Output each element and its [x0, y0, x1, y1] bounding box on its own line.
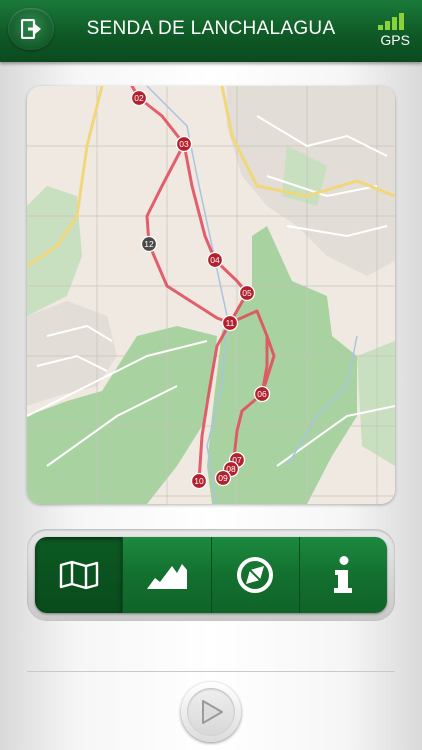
waypoint-label: 04 [210, 255, 220, 265]
signal-bars-icon [378, 12, 408, 30]
tab-info[interactable] [298, 537, 387, 613]
gps-indicator: GPS [376, 12, 410, 52]
page-title: SENDA DE LANCHALAGUA [86, 18, 336, 39]
waypoint-marker[interactable]: 03 [175, 135, 193, 153]
waypoint-label: 12 [144, 239, 154, 249]
compass-icon [237, 557, 274, 593]
waypoint-label: 03 [179, 139, 189, 149]
waypoint-label: 05 [242, 288, 252, 298]
waypoint-label: 02 [134, 93, 144, 103]
route-map[interactable]: 02 03 04 05 06 07 08 09 10 11 12 [27, 86, 395, 504]
waypoint-marker[interactable]: 10 [190, 472, 208, 490]
tab-compass[interactable] [210, 537, 299, 613]
waypoint-marker[interactable]: 09 [214, 469, 232, 487]
header-bar: SENDA DE LANCHALAGUA GPS [0, 0, 422, 62]
waypoint-marker[interactable]: 04 [206, 251, 224, 269]
tab-map[interactable] [35, 537, 123, 613]
play-button[interactable] [181, 682, 241, 742]
map-icon [59, 560, 98, 590]
divider [27, 671, 395, 672]
elevation-profile-icon [146, 564, 187, 589]
waypoint-label: 10 [194, 476, 204, 486]
waypoint-marker[interactable]: 02 [130, 89, 148, 107]
waypoint-marker[interactable]: 12 [140, 235, 158, 253]
gps-label: GPS [380, 32, 410, 48]
waypoint-label: 06 [257, 389, 267, 399]
waypoint-marker[interactable]: 05 [238, 284, 256, 302]
waypoint-label: 09 [218, 473, 228, 483]
waypoint-marker[interactable]: 06 [253, 385, 271, 403]
play-icon [202, 700, 223, 724]
tab-bar-frame [27, 529, 395, 621]
waypoint-marker[interactable]: 11 [221, 314, 239, 332]
tab-profile[interactable] [122, 537, 211, 613]
waypoint-label: 11 [226, 318, 235, 328]
tab-bar [35, 537, 387, 613]
info-icon [334, 556, 353, 593]
